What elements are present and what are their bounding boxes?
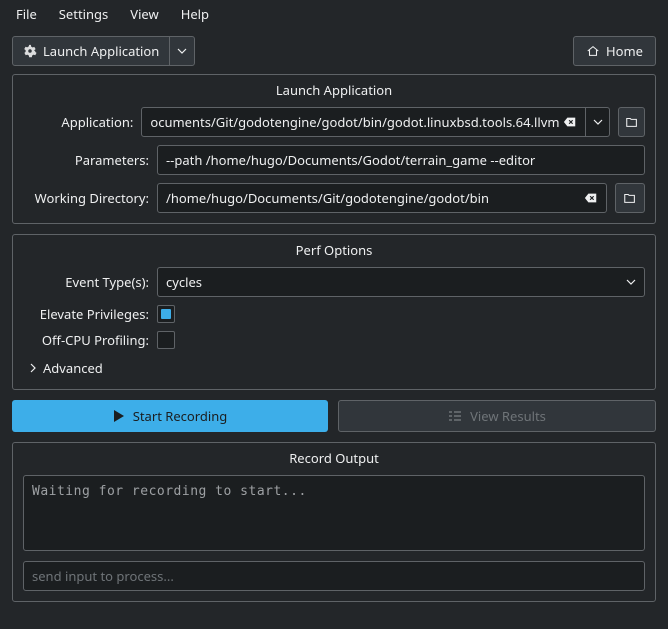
folder-open-icon xyxy=(623,191,637,205)
chevron-down-icon[interactable] xyxy=(170,37,194,65)
offcpu-checkbox[interactable] xyxy=(157,331,175,349)
launch-title: Launch Application xyxy=(23,81,645,99)
advanced-label: Advanced xyxy=(43,359,103,377)
output-console[interactable]: Waiting for recording to start... xyxy=(23,475,645,551)
perf-group: Perf Options Event Type(s): cycles Eleva… xyxy=(12,234,656,390)
elevate-label: Elevate Privileges: xyxy=(23,305,149,323)
folder-open-icon xyxy=(625,115,639,129)
menu-file[interactable]: File xyxy=(6,2,47,26)
menu-view[interactable]: View xyxy=(120,2,168,26)
output-title: Record Output xyxy=(23,449,645,467)
workdir-browse-button[interactable] xyxy=(615,183,645,213)
list-icon xyxy=(448,410,462,422)
menu-settings[interactable]: Settings xyxy=(49,2,118,26)
mode-selector[interactable]: Launch Application xyxy=(12,36,195,66)
workdir-input[interactable] xyxy=(166,189,580,207)
parameters-label: Parameters: xyxy=(23,151,149,169)
launch-group: Launch Application Application: ocuments… xyxy=(12,74,656,224)
toolbar: Launch Application Home xyxy=(0,28,668,70)
elevate-checkbox[interactable] xyxy=(157,305,175,323)
output-group: Record Output Waiting for recording to s… xyxy=(12,442,656,602)
event-type-value: cycles xyxy=(166,273,202,291)
chevron-down-icon xyxy=(626,279,636,285)
parameters-input[interactable] xyxy=(166,151,636,169)
parameters-field[interactable] xyxy=(157,145,645,175)
offcpu-label: Off-CPU Profiling: xyxy=(23,331,149,349)
process-input[interactable] xyxy=(32,567,636,585)
chevron-down-icon[interactable] xyxy=(585,108,609,136)
application-browse-button[interactable] xyxy=(618,107,645,137)
menu-help[interactable]: Help xyxy=(171,2,219,26)
home-button[interactable]: Home xyxy=(573,36,656,66)
event-type-select[interactable]: cycles xyxy=(157,267,645,297)
menubar: File Settings View Help xyxy=(0,0,668,28)
workdir-label: Working Directory: xyxy=(23,189,149,207)
workdir-field[interactable] xyxy=(157,183,607,213)
view-label: View Results xyxy=(470,407,546,425)
application-value: ocuments/Git/godotengine/godot/bin/godot… xyxy=(150,113,559,131)
clear-icon[interactable] xyxy=(563,115,577,129)
view-results-button[interactable]: View Results xyxy=(338,400,656,432)
event-type-label: Event Type(s): xyxy=(23,273,149,291)
clear-icon[interactable] xyxy=(584,191,598,205)
advanced-expander[interactable]: Advanced xyxy=(23,357,645,379)
home-icon xyxy=(586,44,600,58)
play-icon xyxy=(113,409,125,423)
start-recording-button[interactable]: Start Recording xyxy=(12,400,328,432)
start-label: Start Recording xyxy=(133,407,228,425)
application-label: Application: xyxy=(23,113,133,131)
gear-icon xyxy=(23,44,37,58)
chevron-right-icon xyxy=(29,363,37,373)
action-row: Start Recording View Results xyxy=(12,400,656,432)
home-label: Home xyxy=(606,42,643,60)
process-input-wrapper xyxy=(23,561,645,591)
mode-label: Launch Application xyxy=(43,42,159,60)
application-field[interactable]: ocuments/Git/godotengine/godot/bin/godot… xyxy=(141,107,610,137)
perf-title: Perf Options xyxy=(23,241,645,259)
